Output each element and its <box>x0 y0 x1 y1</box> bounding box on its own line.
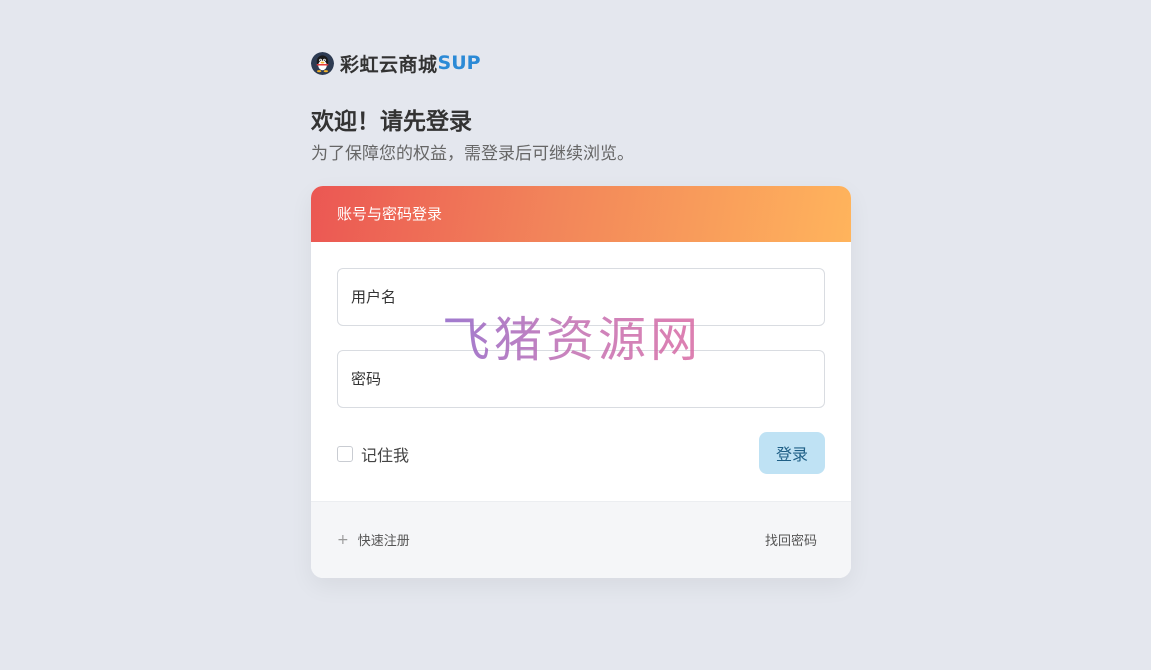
password-input[interactable] <box>337 350 825 408</box>
plus-icon: + <box>337 531 349 548</box>
page-subtitle: 为了保障您的权益，需登录后可继续浏览。 <box>311 144 634 164</box>
page-title: 欢迎！请先登录 <box>311 109 472 135</box>
remember-me-checkbox[interactable] <box>337 446 353 462</box>
username-input[interactable] <box>337 268 825 326</box>
penguin-logo-icon <box>311 51 334 75</box>
register-link-label: 快速注册 <box>357 534 410 549</box>
find-password-link[interactable]: 找回密码 <box>765 530 817 549</box>
login-card-header: 账号与密码登录 <box>311 186 851 242</box>
login-button[interactable]: 登录 <box>759 432 825 474</box>
login-card-footer: + 快速注册 找回密码 <box>311 501 851 578</box>
login-card: 账号与密码登录 记住我 登录 + 快速注册 找回密码 <box>311 186 851 578</box>
brand: 彩虹云商城 SUP <box>311 50 481 76</box>
remember-me[interactable]: 记住我 <box>337 442 409 466</box>
remember-me-label: 记住我 <box>361 446 410 465</box>
brand-name: 彩虹云商城 <box>340 53 438 76</box>
register-link[interactable]: + 快速注册 <box>337 530 410 550</box>
brand-suffix: SUP <box>437 52 481 74</box>
